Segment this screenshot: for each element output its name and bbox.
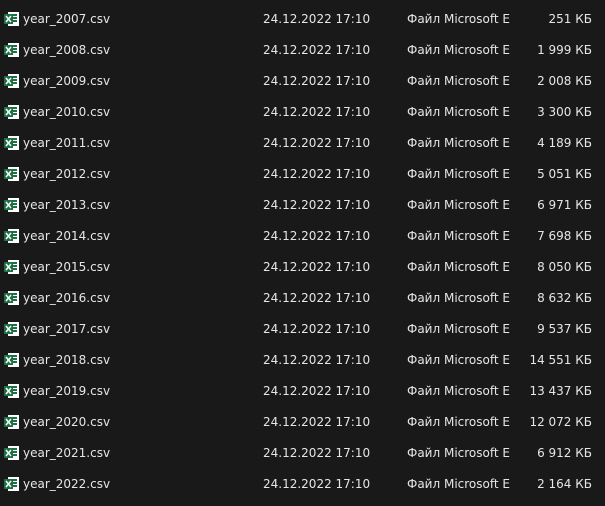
excel-csv-file-icon bbox=[4, 136, 19, 150]
file-date-modified: 24.12.2022 17:10 bbox=[263, 136, 371, 150]
excel-csv-file-icon bbox=[4, 167, 19, 181]
file-row[interactable]: year_2016.csv 24.12.2022 17:10 Файл Micr… bbox=[0, 283, 605, 314]
file-size: 8 632 КБ bbox=[537, 291, 592, 305]
file-row[interactable]: year_2007.csv 24.12.2022 17:10 Файл Micr… bbox=[0, 4, 605, 35]
file-row[interactable]: year_2009.csv 24.12.2022 17:10 Файл Micr… bbox=[0, 66, 605, 97]
file-date-modified: 24.12.2022 17:10 bbox=[263, 322, 371, 336]
file-row[interactable]: year_2010.csv 24.12.2022 17:10 Файл Micr… bbox=[0, 97, 605, 128]
file-size: 3 300 КБ bbox=[537, 105, 592, 119]
file-row[interactable]: year_2020.csv 24.12.2022 17:10 Файл Micr… bbox=[0, 407, 605, 438]
file-row[interactable]: year_2019.csv 24.12.2022 17:10 Файл Micr… bbox=[0, 376, 605, 407]
excel-csv-file-icon bbox=[4, 353, 19, 367]
file-name: year_2010.csv bbox=[23, 105, 111, 119]
file-date-modified: 24.12.2022 17:10 bbox=[263, 415, 371, 429]
file-size: 2 164 КБ bbox=[537, 477, 592, 491]
file-name: year_2017.csv bbox=[23, 322, 111, 336]
file-name: year_2019.csv bbox=[23, 384, 111, 398]
excel-csv-file-icon bbox=[4, 477, 19, 491]
excel-csv-file-icon bbox=[4, 43, 19, 57]
file-name: year_2016.csv bbox=[23, 291, 111, 305]
file-size: 7 698 КБ bbox=[537, 229, 592, 243]
file-size: 14 551 КБ bbox=[529, 353, 592, 367]
file-type: Файл Microsoft E... bbox=[407, 260, 511, 274]
file-type: Файл Microsoft E... bbox=[407, 477, 511, 491]
file-type: Файл Microsoft E... bbox=[407, 43, 511, 57]
file-date-modified: 24.12.2022 17:10 bbox=[263, 384, 371, 398]
file-row[interactable]: year_2017.csv 24.12.2022 17:10 Файл Micr… bbox=[0, 314, 605, 345]
file-row[interactable]: year_2014.csv 24.12.2022 17:10 Файл Micr… bbox=[0, 221, 605, 252]
file-row[interactable]: year_2008.csv 24.12.2022 17:10 Файл Micr… bbox=[0, 35, 605, 66]
file-name: year_2013.csv bbox=[23, 198, 111, 212]
file-size: 8 050 КБ bbox=[537, 260, 592, 274]
file-size: 1 999 КБ bbox=[537, 43, 592, 57]
file-date-modified: 24.12.2022 17:10 bbox=[263, 291, 371, 305]
file-size: 5 051 КБ bbox=[537, 167, 592, 181]
file-date-modified: 24.12.2022 17:10 bbox=[263, 105, 371, 119]
file-name: year_2012.csv bbox=[23, 167, 111, 181]
file-type: Файл Microsoft E... bbox=[407, 446, 511, 460]
file-date-modified: 24.12.2022 17:10 bbox=[263, 74, 371, 88]
file-type: Файл Microsoft E... bbox=[407, 415, 511, 429]
file-row[interactable]: year_2011.csv 24.12.2022 17:10 Файл Micr… bbox=[0, 128, 605, 159]
file-size: 6 912 КБ bbox=[537, 446, 592, 460]
file-size: 9 537 КБ bbox=[537, 322, 592, 336]
file-date-modified: 24.12.2022 17:10 bbox=[263, 446, 371, 460]
file-date-modified: 24.12.2022 17:10 bbox=[263, 43, 371, 57]
file-date-modified: 24.12.2022 17:10 bbox=[263, 260, 371, 274]
file-type: Файл Microsoft E... bbox=[407, 136, 511, 150]
file-date-modified: 24.12.2022 17:10 bbox=[263, 12, 371, 26]
file-size: 6 971 КБ bbox=[537, 198, 592, 212]
file-type: Файл Microsoft E... bbox=[407, 353, 511, 367]
file-name: year_2008.csv bbox=[23, 43, 111, 57]
file-type: Файл Microsoft E... bbox=[407, 198, 511, 212]
file-name: year_2007.csv bbox=[23, 12, 111, 26]
file-date-modified: 24.12.2022 17:10 bbox=[263, 353, 371, 367]
excel-csv-file-icon bbox=[4, 415, 19, 429]
file-size: 2 008 КБ bbox=[537, 74, 592, 88]
file-row[interactable]: year_2012.csv 24.12.2022 17:10 Файл Micr… bbox=[0, 159, 605, 190]
excel-csv-file-icon bbox=[4, 74, 19, 88]
excel-csv-file-icon bbox=[4, 446, 19, 460]
file-date-modified: 24.12.2022 17:10 bbox=[263, 198, 371, 212]
file-date-modified: 24.12.2022 17:10 bbox=[263, 167, 371, 181]
excel-csv-file-icon bbox=[4, 105, 19, 119]
file-type: Файл Microsoft E... bbox=[407, 322, 511, 336]
file-name: year_2011.csv bbox=[23, 136, 111, 150]
file-row[interactable]: year_2013.csv 24.12.2022 17:10 Файл Micr… bbox=[0, 190, 605, 221]
file-type: Файл Microsoft E... bbox=[407, 291, 511, 305]
file-type: Файл Microsoft E... bbox=[407, 74, 511, 88]
excel-csv-file-icon bbox=[4, 384, 19, 398]
file-name: year_2015.csv bbox=[23, 260, 111, 274]
file-name: year_2020.csv bbox=[23, 415, 111, 429]
file-name: year_2018.csv bbox=[23, 353, 111, 367]
file-date-modified: 24.12.2022 17:10 bbox=[263, 229, 371, 243]
file-size: 13 437 КБ bbox=[529, 384, 592, 398]
excel-csv-file-icon bbox=[4, 291, 19, 305]
file-row[interactable]: year_2018.csv 24.12.2022 17:10 Файл Micr… bbox=[0, 345, 605, 376]
file-name: year_2022.csv bbox=[23, 477, 111, 491]
file-type: Файл Microsoft E... bbox=[407, 384, 511, 398]
file-date-modified: 24.12.2022 17:10 bbox=[263, 477, 371, 491]
file-size: 12 072 КБ bbox=[529, 415, 592, 429]
file-type: Файл Microsoft E... bbox=[407, 167, 511, 181]
file-type: Файл Microsoft E... bbox=[407, 12, 511, 26]
file-type: Файл Microsoft E... bbox=[407, 229, 511, 243]
excel-csv-file-icon bbox=[4, 322, 19, 336]
excel-csv-file-icon bbox=[4, 12, 19, 26]
excel-csv-file-icon bbox=[4, 229, 19, 243]
file-row[interactable]: year_2015.csv 24.12.2022 17:10 Файл Micr… bbox=[0, 252, 605, 283]
file-row[interactable]: year_2021.csv 24.12.2022 17:10 Файл Micr… bbox=[0, 438, 605, 469]
file-type: Файл Microsoft E... bbox=[407, 105, 511, 119]
excel-csv-file-icon bbox=[4, 260, 19, 274]
file-size: 4 189 КБ bbox=[537, 136, 592, 150]
file-list: year_2007.csv 24.12.2022 17:10 Файл Micr… bbox=[0, 0, 605, 506]
file-name: year_2014.csv bbox=[23, 229, 111, 243]
file-name: year_2009.csv bbox=[23, 74, 111, 88]
file-name: year_2021.csv bbox=[23, 446, 111, 460]
file-size: 251 КБ bbox=[548, 12, 592, 26]
excel-csv-file-icon bbox=[4, 198, 19, 212]
file-row[interactable]: year_2022.csv 24.12.2022 17:10 Файл Micr… bbox=[0, 469, 605, 500]
